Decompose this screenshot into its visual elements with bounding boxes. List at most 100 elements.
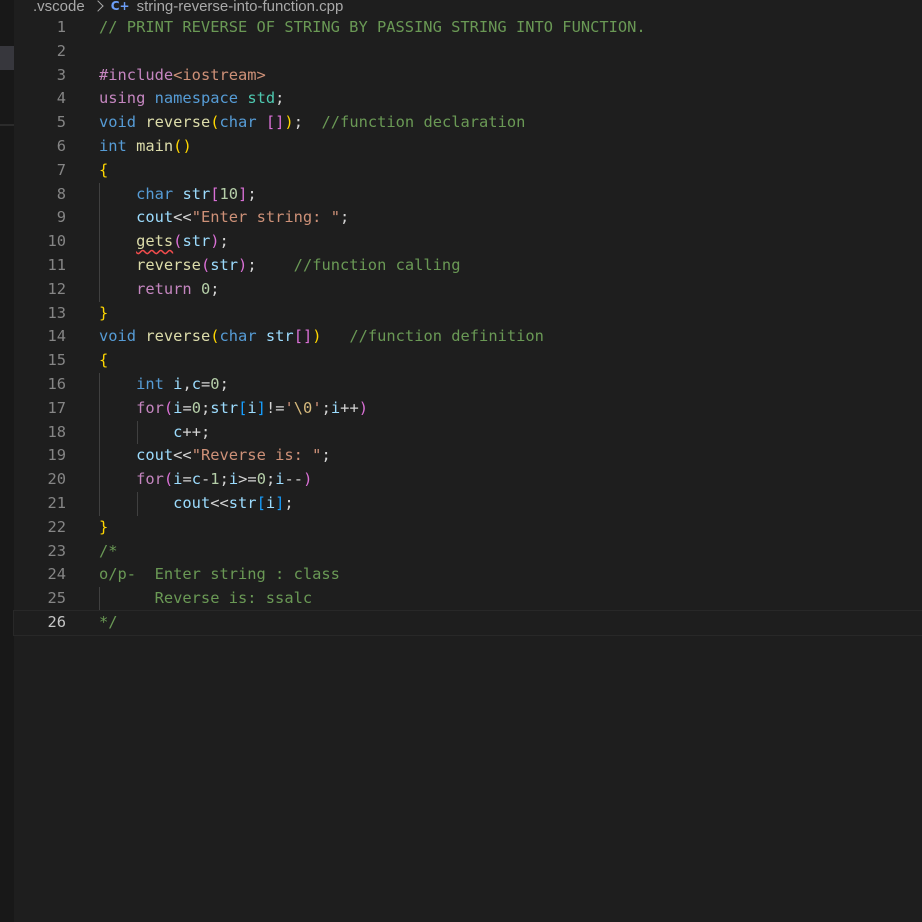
code-token: ; (247, 255, 294, 274)
code-line[interactable]: 21 cout<<str[i]; (14, 491, 922, 516)
code-token: o/p- Enter string : class (99, 565, 340, 584)
code-token: [ (210, 184, 220, 203)
code-token: reverse (145, 327, 211, 346)
code-token: char (219, 327, 257, 346)
code-token: <iostream> (173, 65, 266, 84)
code-token: /* (99, 541, 118, 560)
code-token: //function definition (349, 327, 544, 346)
code-token: "Enter string: " (191, 208, 340, 227)
code-token: ) (210, 232, 220, 251)
code-token: #include (99, 65, 174, 84)
code-token: << (173, 446, 192, 465)
line-number: 23 (47, 541, 66, 560)
code-token: [] (265, 113, 285, 132)
code-token: = (201, 374, 211, 393)
line-number: 16 (47, 374, 66, 393)
line-number: 11 (47, 255, 66, 274)
code-line[interactable]: 5 void reverse(char []); //function decla… (14, 111, 922, 135)
breadcrumb-file[interactable]: string-reverse-into-function.cpp (137, 0, 344, 15)
code-token: { (99, 351, 109, 370)
code-token: } (99, 517, 109, 536)
code-token: cout (136, 208, 174, 227)
code-line[interactable]: 6 int main() (14, 135, 922, 159)
code-token: [] (293, 327, 313, 346)
code-token: str (182, 232, 211, 251)
code-text: /* (99, 540, 118, 564)
line-number: 6 (56, 136, 66, 155)
code-token: ( (163, 470, 174, 489)
code-line[interactable]: 4 using namespace std; (14, 87, 922, 111)
line-number: 25 (47, 589, 66, 608)
code-text: Reverse is: ssalc (99, 587, 313, 611)
line-number: 21 (47, 493, 66, 512)
code-token: reverse (136, 255, 201, 274)
code-line[interactable]: 23 /* (14, 540, 922, 564)
code-token: 0 (200, 279, 211, 298)
code-token: != (265, 398, 285, 417)
line-number: 14 (47, 327, 66, 346)
line-number: 20 (47, 470, 66, 489)
breadcrumb-folder[interactable]: .vscode (0, 0, 85, 15)
code-token: 0 (191, 398, 202, 417)
code-text: { (99, 159, 108, 183)
code-token: char (219, 113, 257, 132)
code-token: int (136, 374, 164, 393)
code-line[interactable]: 18 c++; (14, 420, 922, 445)
code-line[interactable]: 10 gets(str); (14, 230, 922, 254)
code-line[interactable]: 20 for(i=c-1;i>=0;i--) (14, 468, 922, 492)
code-token: [ (256, 493, 266, 512)
code-text: using namespace std; (99, 87, 284, 111)
code-token: ( (210, 113, 220, 132)
code-token: ) (284, 113, 294, 132)
line-number: 4 (56, 89, 66, 108)
code-token: ; (265, 470, 276, 489)
code-line[interactable]: 15 { (14, 349, 922, 373)
code-line[interactable]: 13} (14, 302, 922, 326)
code-line[interactable]: 25 Reverse is: ssalc (14, 587, 922, 611)
code-token: c (191, 470, 202, 489)
code-token: - (201, 470, 211, 489)
code-token: ++; (182, 422, 211, 441)
sidebar-selected-item[interactable] (0, 46, 14, 70)
code-editor[interactable]: 1 // PRINT REVERSE OF STRING BY PASSING S… (13, 16, 922, 636)
code-token: str (265, 327, 294, 346)
code-token: c (191, 374, 202, 393)
code-line[interactable]: 2 (14, 40, 922, 64)
code-token: for (136, 398, 164, 417)
line-number: 1 (56, 18, 66, 36)
code-line[interactable]: 12 return 0; (14, 277, 922, 302)
code-token: ; (219, 232, 229, 251)
code-line[interactable]: 8 char str[10]; (14, 182, 922, 207)
code-line[interactable]: 1 // PRINT REVERSE OF STRING BY PASSING S… (14, 16, 922, 40)
code-line[interactable]: 7{ (14, 159, 922, 183)
code-line[interactable]: 3 #include<iostream> (14, 64, 922, 88)
code-token: str (228, 493, 257, 512)
code-line[interactable]: 22} (14, 516, 922, 540)
code-token: ' (284, 398, 294, 417)
code-line[interactable]: 24 o/p- Enter string : class (14, 563, 922, 587)
line-number: 19 (47, 446, 66, 465)
line-number: 2 (56, 41, 66, 60)
code-line[interactable]: 19 cout<<"Reverse is: "; (14, 444, 922, 469)
code-line[interactable]: 9 cout<<"Enter string: "; (14, 206, 922, 231)
code-text: void reverse(char []); //function declar… (99, 111, 525, 135)
code-token: ' (312, 398, 322, 417)
code-line[interactable]: 14 void reverse(char str[]) //function de… (14, 325, 922, 349)
code-token: ; (321, 446, 331, 465)
code-line[interactable]: 17 for(i=0;str[i]!='\0';i++) (14, 396, 922, 421)
code-text: */ (99, 611, 118, 635)
code-line[interactable]: 11 reverse(str); //function calling (14, 253, 922, 278)
code-token: cout (136, 446, 174, 465)
line-number: 13 (47, 303, 66, 322)
code-text: int main() (99, 135, 192, 159)
code-line[interactable]: 26 */ (13, 609, 922, 636)
code-token: = (182, 470, 192, 489)
code-line[interactable]: 16 int i,c=0; (14, 372, 922, 397)
